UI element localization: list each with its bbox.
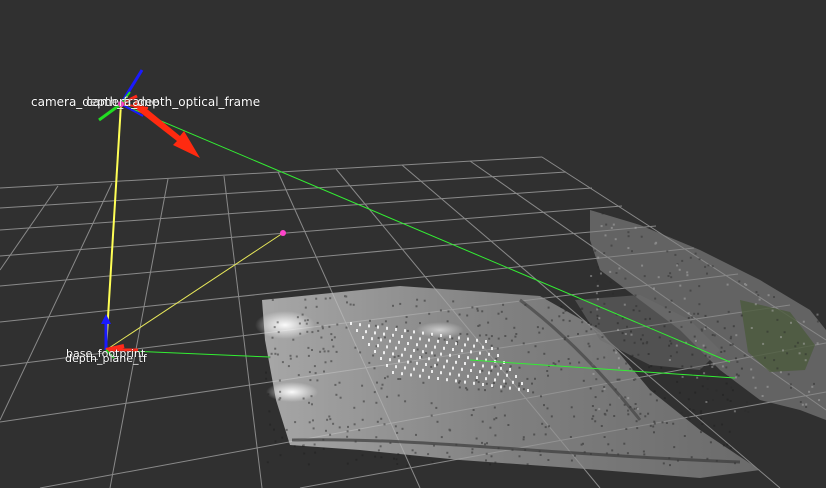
point-marker-icon[interactable] xyxy=(280,230,286,236)
tf-link-base-to-marker xyxy=(105,232,284,351)
point-cloud xyxy=(255,210,826,478)
tf-link-camera-to-base xyxy=(105,103,122,351)
rviz-3d-viewport[interactable]: camera_depth_frame camera_depth_optical_… xyxy=(0,0,826,488)
3d-scene[interactable] xyxy=(0,0,826,488)
frame-label-depth-plane: depth_plane_tf xyxy=(65,352,147,365)
frame-label-camera-depth-optical: camera_depth_optical_frame xyxy=(86,95,261,109)
